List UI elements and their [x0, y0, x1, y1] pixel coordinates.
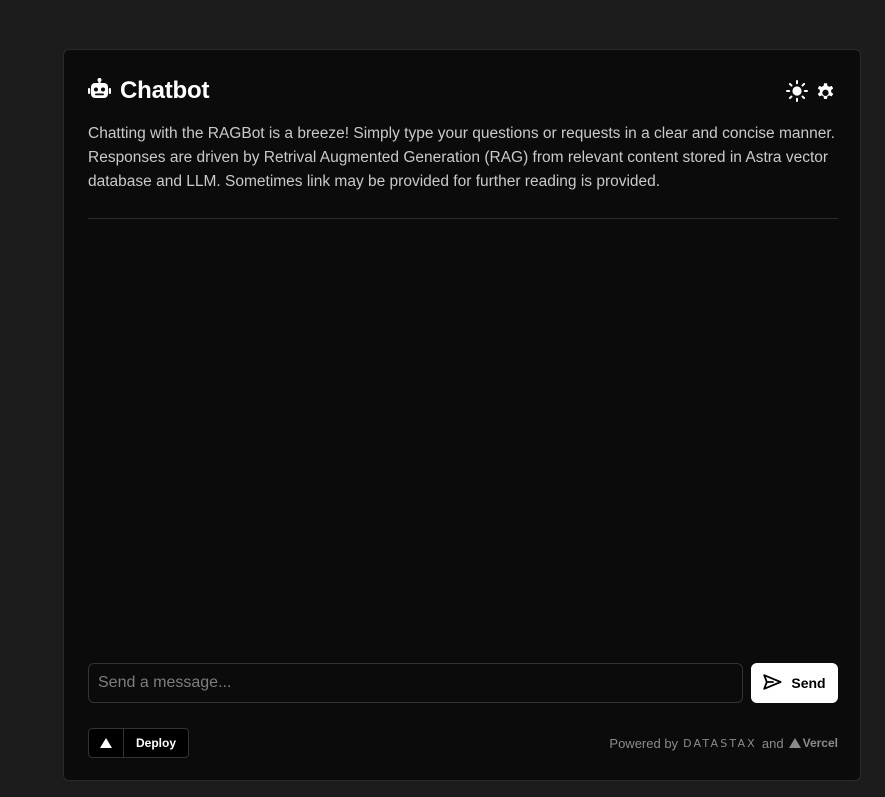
powered-by-label: Powered by — [609, 735, 679, 751]
footer: Deploy Powered by DATASTAX and Vercel — [88, 727, 838, 759]
vercel-logo[interactable]: Vercel — [788, 736, 838, 750]
powered-by: Powered by DATASTAX and Vercel — [609, 736, 838, 751]
send-icon — [763, 673, 782, 693]
datastax-logo[interactable]: DATASTAX — [683, 737, 757, 750]
vercel-label: Vercel — [802, 736, 838, 750]
triangle-icon — [89, 729, 124, 757]
header-divider — [88, 218, 838, 219]
header-actions — [786, 80, 836, 102]
chat-header: Chatbot — [88, 76, 836, 106]
send-label: Send — [791, 675, 826, 691]
and-label: and — [761, 735, 784, 751]
deploy-button[interactable]: Deploy — [88, 728, 190, 758]
send-button[interactable]: Send — [751, 663, 838, 703]
message-input[interactable] — [88, 663, 743, 703]
title-group: Chatbot — [88, 77, 209, 105]
chatbot-card: Chatbot Chatting with the RAGBot is a br… — [63, 49, 861, 781]
chat-description: Chatting with the RAGBot is a breeze! Si… — [88, 125, 835, 190]
sun-icon[interactable] — [786, 80, 808, 102]
deploy-label: Deploy — [136, 736, 177, 750]
vercel-triangle-icon — [788, 738, 801, 748]
gear-icon[interactable] — [814, 80, 836, 102]
page-title: Chatbot — [120, 77, 210, 104]
composer: Send — [88, 663, 838, 703]
message-list — [88, 220, 838, 660]
robot-icon — [88, 77, 111, 105]
